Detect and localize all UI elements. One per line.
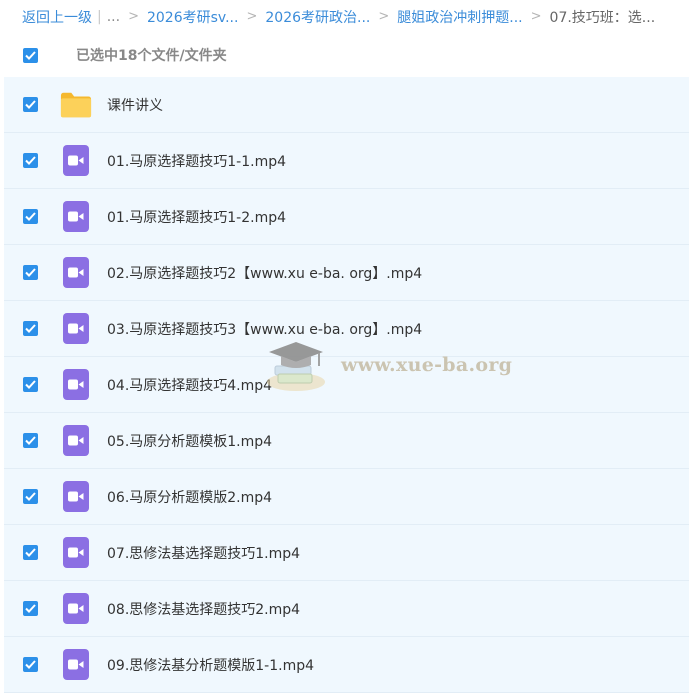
checkmark-icon: [25, 660, 36, 669]
video-file-icon: [63, 537, 89, 568]
back-link[interactable]: 返回上一级: [22, 7, 92, 27]
file-type-icon: [60, 593, 92, 625]
row-checkbox[interactable]: [23, 153, 38, 168]
file-row[interactable]: 04.马原选择题技巧4.mp4: [4, 357, 689, 413]
file-type-icon: [60, 369, 92, 401]
file-type-icon: [60, 537, 92, 569]
checkmark-icon: [25, 156, 36, 165]
checkmark-icon: [25, 492, 36, 501]
file-type-icon: [60, 257, 92, 289]
folder-row[interactable]: 课件讲义: [4, 77, 689, 133]
video-file-icon: [63, 481, 89, 512]
file-row[interactable]: 08.思修法基选择题技巧2.mp4: [4, 581, 689, 637]
file-name[interactable]: 01.马原选择题技巧1-2.mp4: [107, 207, 286, 227]
row-checkbox[interactable]: [23, 601, 38, 616]
file-type-icon: [60, 313, 92, 345]
chevron-right-icon: >: [128, 9, 139, 24]
file-row[interactable]: 07.思修法基选择题技巧1.mp4: [4, 525, 689, 581]
file-type-icon: [60, 481, 92, 513]
file-name[interactable]: 02.马原选择题技巧2【www.xu e-ba. org】.mp4: [107, 263, 422, 283]
checkmark-icon: [25, 50, 36, 60]
file-row[interactable]: 02.马原选择题技巧2【www.xu e-ba. org】.mp4: [4, 245, 689, 301]
file-name[interactable]: 01.马原选择题技巧1-1.mp4: [107, 151, 286, 171]
file-name[interactable]: 06.马原分析题模版2.mp4: [107, 487, 272, 507]
video-file-icon: [63, 201, 89, 232]
file-type-icon: [60, 649, 92, 681]
video-file-icon: [63, 649, 89, 680]
file-list: 课件讲义 01.马原选择题技巧1-1.mp4 01.马原选择题技巧1-2.mp4 02…: [4, 77, 689, 693]
row-checkbox[interactable]: [23, 97, 38, 112]
row-checkbox[interactable]: [23, 657, 38, 672]
breadcrumb: 返回上一级 | ... > 2026考研sv... > 2026考研政治... …: [0, 0, 689, 33]
file-row[interactable]: 09.思修法基分析题模版1-1.mp4: [4, 637, 689, 693]
file-type-icon: [60, 201, 92, 233]
chevron-right-icon: >: [246, 9, 258, 24]
breadcrumb-ellipsis[interactable]: ...: [107, 9, 120, 25]
row-checkbox[interactable]: [23, 489, 38, 504]
row-checkbox[interactable]: [23, 545, 38, 560]
row-checkbox[interactable]: [23, 209, 38, 224]
breadcrumb-item[interactable]: 2026考研sv...: [147, 7, 238, 27]
file-row[interactable]: 05.马原分析题模板1.mp4: [4, 413, 689, 469]
row-checkbox[interactable]: [23, 433, 38, 448]
file-name[interactable]: 09.思修法基分析题模版1-1.mp4: [107, 655, 314, 675]
file-name[interactable]: 08.思修法基选择题技巧2.mp4: [107, 599, 300, 619]
folder-icon: [60, 92, 92, 117]
file-type-icon: [60, 425, 92, 457]
video-file-icon: [63, 369, 89, 400]
selection-bar: 已选中18个文件/文件夹: [0, 33, 689, 77]
file-row[interactable]: 06.马原分析题模版2.mp4: [4, 469, 689, 525]
checkmark-icon: [25, 380, 36, 389]
file-name[interactable]: 05.马原分析题模板1.mp4: [107, 431, 272, 451]
breadcrumb-current: 07.技巧班：选...: [549, 9, 656, 26]
row-checkbox[interactable]: [23, 377, 38, 392]
checkmark-icon: [25, 268, 36, 277]
file-name[interactable]: 07.思修法基选择题技巧1.mp4: [107, 543, 300, 563]
breadcrumb-item[interactable]: 腿姐政治冲刺押题...: [397, 7, 522, 27]
file-row[interactable]: 03.马原选择题技巧3【www.xu e-ba. org】.mp4: [4, 301, 689, 357]
breadcrumb-item[interactable]: 2026考研政治...: [265, 7, 370, 27]
row-checkbox[interactable]: [23, 321, 38, 336]
selection-summary: 已选中18个文件/文件夹: [76, 48, 227, 64]
file-type-icon: [60, 145, 92, 177]
file-name[interactable]: 03.马原选择题技巧3【www.xu e-ba. org】.mp4: [107, 319, 422, 339]
breadcrumb-divider: |: [97, 8, 102, 25]
checkmark-icon: [25, 212, 36, 221]
video-file-icon: [63, 145, 89, 176]
checkmark-icon: [25, 548, 36, 557]
file-name[interactable]: 课件讲义: [107, 95, 163, 115]
file-name[interactable]: 04.马原选择题技巧4.mp4: [107, 375, 272, 395]
file-row[interactable]: 01.马原选择题技巧1-1.mp4: [4, 133, 689, 189]
checkmark-icon: [25, 436, 36, 445]
video-file-icon: [63, 257, 89, 288]
file-row[interactable]: 01.马原选择题技巧1-2.mp4: [4, 189, 689, 245]
video-file-icon: [63, 425, 89, 456]
chevron-right-icon: >: [378, 9, 390, 24]
checkmark-icon: [25, 324, 36, 333]
chevron-right-icon: >: [530, 9, 542, 24]
file-type-icon: [60, 89, 92, 121]
checkmark-icon: [25, 604, 36, 613]
row-checkbox[interactable]: [23, 265, 38, 280]
select-all-checkbox[interactable]: [23, 47, 38, 63]
video-file-icon: [63, 593, 89, 624]
video-file-icon: [63, 313, 89, 344]
checkmark-icon: [25, 100, 36, 109]
